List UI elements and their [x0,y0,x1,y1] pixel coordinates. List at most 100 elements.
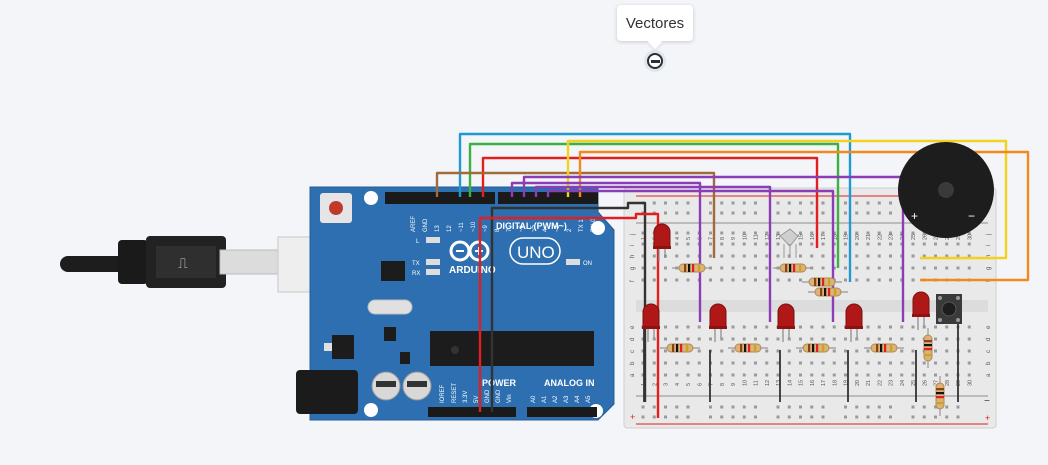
rail-hole[interactable] [652,405,656,409]
breadboard-hole[interactable] [664,349,667,353]
rail-hole[interactable] [799,201,802,205]
breadboard-hole[interactable] [652,373,656,377]
breadboard-hole[interactable] [877,373,881,377]
rail-hole[interactable] [911,415,915,419]
breadboard-hole[interactable] [911,266,915,270]
breadboard-hole[interactable] [754,266,757,270]
breadboard-hole[interactable] [889,325,892,329]
rail-hole[interactable] [945,415,949,419]
breadboard-hole[interactable] [866,373,870,377]
breadboard-hole[interactable] [720,278,724,282]
breadboard-hole[interactable] [799,242,802,246]
breadboard-hole[interactable] [911,337,915,341]
rail-hole[interactable] [742,415,746,419]
breadboard-hole[interactable] [652,266,656,270]
breadboard-hole[interactable] [664,373,667,377]
rail-hole[interactable] [855,211,859,215]
breadboard-hole[interactable] [934,337,937,341]
breadboard-hole[interactable] [821,337,825,341]
breadboard-hole[interactable] [810,361,814,365]
breadboard-hole[interactable] [754,242,757,246]
breadboard-hole[interactable] [900,337,904,341]
rail-hole[interactable] [742,201,746,205]
rail-hole[interactable] [866,405,870,409]
breadboard-hole[interactable] [675,337,679,341]
breadboard-hole[interactable] [877,242,881,246]
rail-hole[interactable] [709,211,712,215]
breadboard-hole[interactable] [889,266,892,270]
breadboard-hole[interactable] [821,325,825,329]
breadboard-hole[interactable] [889,337,892,341]
breadboard-hole[interactable] [877,337,881,341]
breadboard-hole[interactable] [900,361,904,365]
breadboard-hole[interactable] [934,373,937,377]
breadboard-hole[interactable] [776,242,780,246]
rail-hole[interactable] [776,201,780,205]
breadboard-hole[interactable] [765,337,769,341]
breadboard-hole[interactable] [844,361,847,365]
breadboard-hole[interactable] [731,254,735,258]
rail-hole[interactable] [787,201,791,205]
breadboard-hole[interactable] [945,242,949,246]
rail-hole[interactable] [709,415,712,419]
rail-hole[interactable] [664,201,667,205]
breadboard-hole[interactable] [742,266,746,270]
breadboard-hole[interactable] [967,349,971,353]
breadboard-hole[interactable] [799,349,802,353]
arduino-board[interactable]: AREF GND 13 12 ~11 ~10 ~9 8 7 ~6 ~5 4 ~3 2 TX 1 RX 0 DI… [296,186,615,421]
breadboard-hole[interactable] [877,266,881,270]
breadboard-hole[interactable] [731,242,735,246]
breadboard-hole[interactable] [866,337,870,341]
breadboard-hole[interactable] [911,373,915,377]
breadboard-hole[interactable] [821,254,825,258]
breadboard-hole[interactable] [855,254,859,258]
breadboard-hole[interactable] [742,361,746,365]
breadboard-hole[interactable] [731,325,735,329]
breadboard-hole[interactable] [844,254,847,258]
rail-hole[interactable] [776,405,780,409]
rail-hole[interactable] [889,201,892,205]
rail-hole[interactable] [866,415,870,419]
breadboard-hole[interactable] [720,266,724,270]
breadboard-hole[interactable] [776,254,780,258]
breadboard-hole[interactable] [911,254,915,258]
rail-hole[interactable] [799,405,802,409]
breadboard-hole[interactable] [922,361,926,365]
rail-hole[interactable] [731,201,735,205]
breadboard-hole[interactable] [675,231,679,235]
breadboard-hole[interactable] [821,373,825,377]
breadboard-hole[interactable] [877,254,881,258]
rail-hole[interactable] [844,405,847,409]
breadboard-hole[interactable] [731,278,735,282]
rail-hole[interactable] [866,211,870,215]
breadboard-hole[interactable] [799,254,802,258]
breadboard-hole[interactable] [675,278,679,282]
breadboard-hole[interactable] [877,325,881,329]
breadboard-hole[interactable] [754,373,757,377]
breadboard-hole[interactable] [877,361,881,365]
breadboard-hole[interactable] [697,361,701,365]
rail-hole[interactable] [675,405,679,409]
collapse-icon[interactable] [644,50,666,72]
breadboard-hole[interactable] [765,242,769,246]
breadboard-hole[interactable] [686,373,690,377]
breadboard-hole[interactable] [956,266,960,270]
rail-hole[interactable] [877,201,881,205]
buzzer[interactable]: + − [898,142,994,238]
rail-hole[interactable] [844,415,847,419]
breadboard-hole[interactable] [945,349,949,353]
breadboard-hole[interactable] [967,266,971,270]
breadboard-hole[interactable] [866,361,870,365]
breadboard-hole[interactable] [765,325,769,329]
rail-hole[interactable] [945,405,949,409]
breadboard-hole[interactable] [934,349,937,353]
breadboard-hole[interactable] [664,361,667,365]
rail-hole[interactable] [776,415,780,419]
breadboard-hole[interactable] [889,361,892,365]
breadboard-hole[interactable] [799,373,802,377]
breadboard-hole[interactable] [855,361,859,365]
rail-hole[interactable] [731,405,735,409]
power-header[interactable] [428,407,516,417]
rail-hole[interactable] [776,211,780,215]
breadboard-hole[interactable] [911,242,915,246]
